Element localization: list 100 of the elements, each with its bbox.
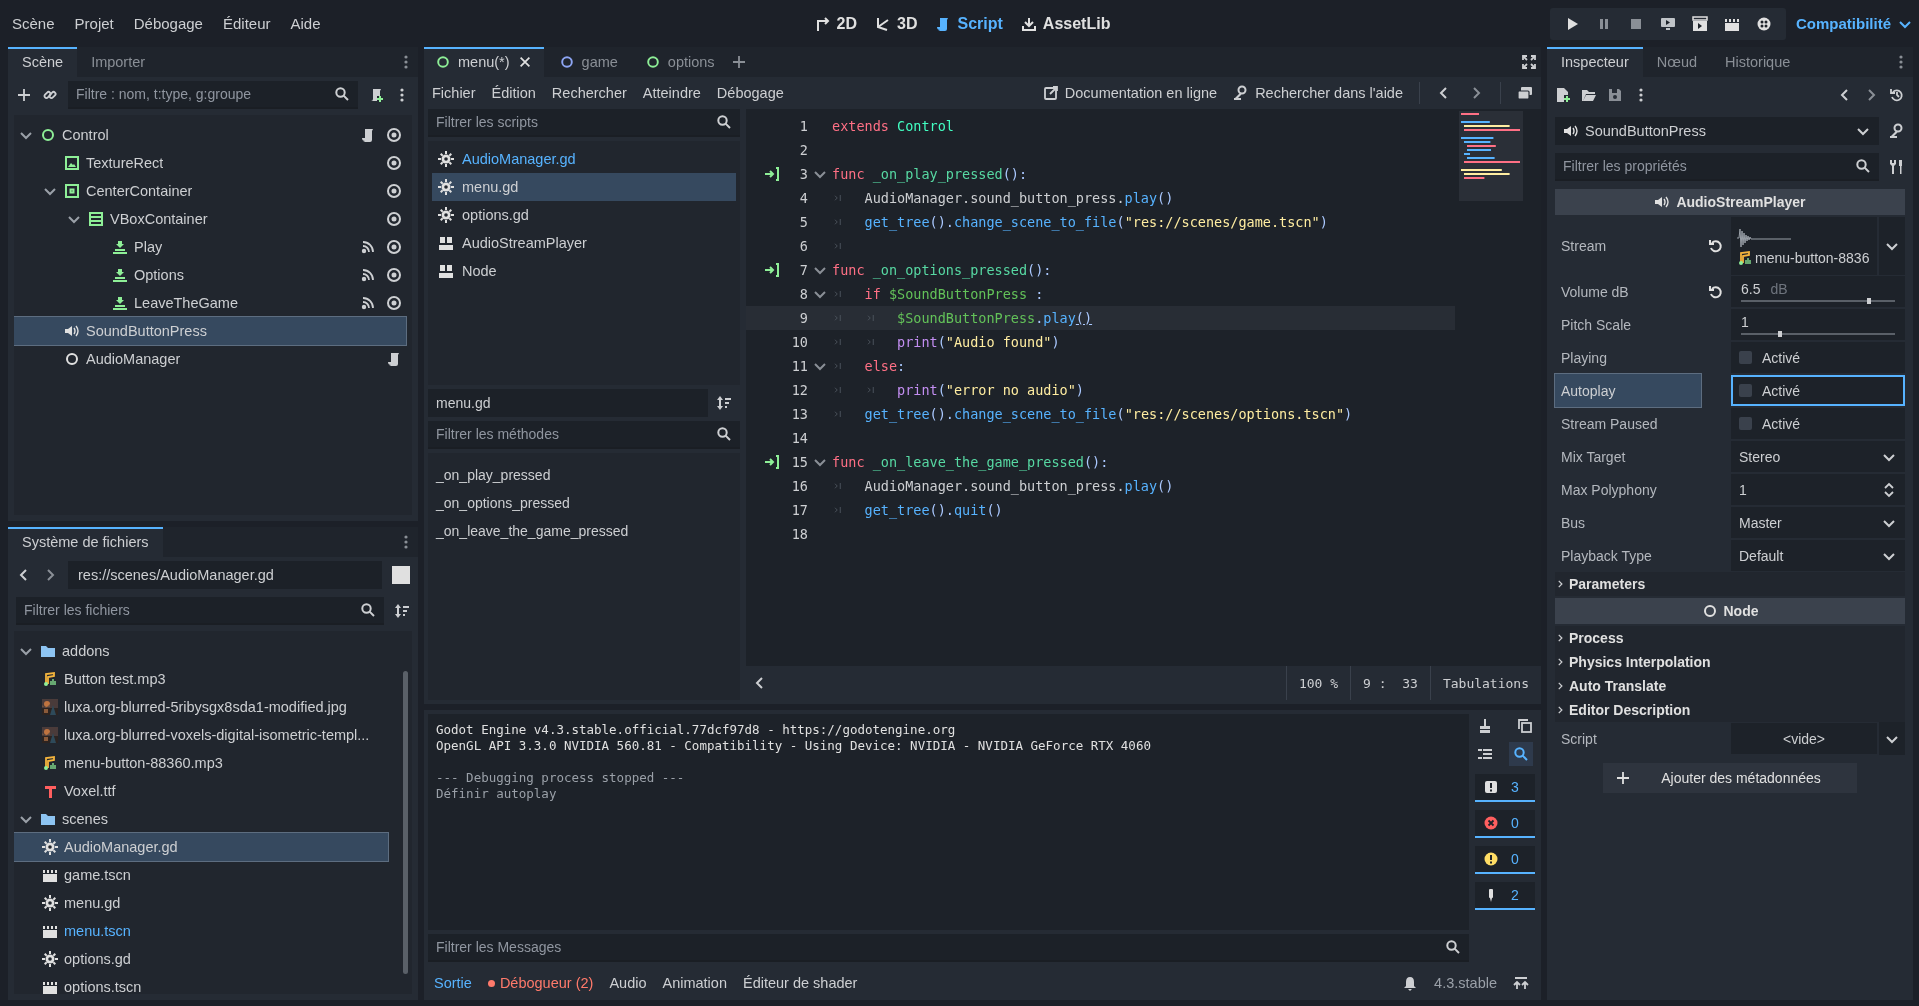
filter-box[interactable]: Filtrer les scripts	[428, 109, 740, 137]
menu-item[interactable]: Fichier	[432, 85, 476, 101]
file-row[interactable]: luxa.org-blurred-voxels-digital-isometric-templ...	[14, 721, 388, 749]
clapper-icon[interactable]	[1692, 15, 1708, 32]
file-row[interactable]: Voxel.ttf	[14, 777, 388, 805]
filter-field[interactable]: Filtrer les méthodes	[436, 421, 710, 447]
property-row[interactable]: Max Polyphony 1	[1555, 473, 1905, 506]
script-list-item[interactable]: AudioManager.gd	[432, 145, 736, 173]
signal-icon[interactable]	[360, 239, 376, 255]
sort-icon[interactable]	[716, 395, 732, 411]
signal-icon[interactable]	[360, 267, 376, 283]
property-row[interactable]: Playing Activé	[1555, 341, 1905, 374]
property-row[interactable]: Stream menu-button-8836	[1555, 217, 1905, 275]
tree-item-label[interactable]: AudioManager	[86, 351, 181, 367]
script-tab[interactable]: menu(*)	[424, 47, 544, 77]
tree-item-label[interactable]: Options	[134, 267, 184, 283]
filter-toggle[interactable]: 0	[1475, 810, 1535, 838]
tree-item-label[interactable]: LeaveTheGame	[134, 295, 238, 311]
tree-item-label[interactable]: Play	[134, 239, 163, 255]
scene-tree-row[interactable]: Control	[14, 121, 406, 149]
resource-picker[interactable]: menu-button-8836	[1731, 217, 1877, 275]
script-list-item[interactable]: options.gd	[432, 201, 736, 229]
method-item[interactable]: _on_options_pressed	[432, 489, 736, 517]
minimap-drawing[interactable]	[1459, 111, 1523, 201]
dock-tab[interactable]: Historique	[1711, 47, 1805, 77]
method-item[interactable]: _on_leave_the_game_pressed	[432, 517, 736, 545]
menu-item[interactable]: Atteindre	[642, 85, 701, 101]
script-list-item[interactable]: menu.gd	[432, 173, 736, 201]
property-row[interactable]: Script <vide>	[1555, 722, 1905, 755]
script-list-item[interactable]: AudioStreamPlayer	[432, 229, 736, 257]
sort-icon[interactable]	[394, 603, 410, 619]
filter-toggle[interactable]: 2	[1475, 882, 1535, 910]
connected-arrow-icon[interactable]	[764, 454, 780, 470]
file-row[interactable]: addons	[14, 637, 388, 665]
workspace-button[interactable]: Script	[935, 14, 1003, 33]
help-button[interactable]: Rechercher dans l'aide	[1233, 85, 1403, 101]
filter-toggle[interactable]: 3	[1475, 774, 1535, 802]
broom-icon[interactable]	[1477, 718, 1493, 734]
node-selector[interactable]: SoundButtonPress	[1555, 117, 1879, 145]
eye-icon[interactable]	[386, 183, 402, 199]
dock-tab[interactable]: Inspecteur	[1547, 47, 1643, 77]
script-icon[interactable]	[386, 351, 402, 367]
connected-arrow-icon[interactable]	[764, 262, 780, 278]
connected-arrow-icon[interactable]	[764, 166, 780, 182]
file-row[interactable]: Button test.mp3	[14, 665, 388, 693]
expand-icon[interactable]	[1513, 975, 1529, 991]
property-row[interactable]: Playback Type Default	[1555, 539, 1905, 572]
dock-tab[interactable]: Importer	[77, 47, 160, 77]
list-item-label[interactable]: AudioManager.gd	[462, 151, 576, 167]
add-metadata-button[interactable]: Ajouter des métadonnées	[1603, 763, 1857, 793]
filter-box[interactable]: Filtrer les fichiers	[16, 597, 384, 625]
file-label[interactable]: scenes	[62, 811, 108, 827]
folder-icon[interactable]	[1581, 87, 1597, 103]
history-icon[interactable]	[1889, 87, 1905, 103]
fullscreen-icon[interactable]	[1521, 54, 1537, 70]
eye-icon[interactable]	[386, 155, 402, 171]
filter-field[interactable]: Filtre : nom, t:type, g:groupe	[76, 81, 328, 107]
dock-tab[interactable]: Nœud	[1642, 47, 1711, 77]
view-toggle[interactable]	[392, 566, 410, 584]
indentation-mode[interactable]: Tabulations	[1429, 666, 1541, 700]
tree-item-label[interactable]: VBoxContainer	[110, 211, 208, 227]
property-label[interactable]: Playback Type	[1555, 539, 1701, 572]
menu-item[interactable]: Scène	[12, 15, 55, 32]
checkbox[interactable]: Activé	[1731, 375, 1905, 406]
renderer-dropdown[interactable]: Compatibilité	[1796, 15, 1913, 32]
dropdown[interactable]: Stereo	[1731, 441, 1905, 472]
file-label[interactable]: options.gd	[64, 951, 131, 967]
property-label[interactable]: Volume dB	[1555, 275, 1701, 308]
workspace-button[interactable]: 3D	[875, 14, 918, 33]
file-label[interactable]: AudioManager.gd	[64, 839, 178, 855]
file-row[interactable]: game.tscn	[14, 861, 388, 889]
file-row[interactable]: luxa.org-blurred-5ribysgx8sda1-modified.jpg	[14, 693, 388, 721]
dropdown[interactable]: Default	[1731, 540, 1905, 571]
workspace-button[interactable]: AssetLib	[1020, 14, 1111, 33]
bottom-tab[interactable]: Sortie	[434, 975, 472, 991]
scene-tree-row[interactable]: Options	[14, 261, 406, 289]
property-group[interactable]: Physics Interpolation	[1555, 650, 1905, 674]
file-label[interactable]: Voxel.ttf	[64, 783, 116, 799]
property-group[interactable]: Auto Translate	[1555, 674, 1905, 698]
property-group[interactable]: Editor Description	[1555, 698, 1905, 722]
resource-picker[interactable]: <vide>	[1731, 723, 1877, 754]
file-row[interactable]: scenes	[14, 805, 388, 833]
add-icon[interactable]	[730, 54, 747, 70]
scene-tree-row[interactable]: Play	[14, 233, 406, 261]
list-item-label[interactable]: options.gd	[462, 207, 529, 223]
property-label[interactable]: Stream Paused	[1555, 407, 1701, 440]
file-label[interactable]: menu.gd	[64, 895, 121, 911]
method-item[interactable]: _on_play_pressed	[432, 461, 736, 489]
slider-field[interactable]: 1	[1731, 309, 1905, 340]
property-row[interactable]: Volume dB 6.5 dB	[1555, 275, 1905, 308]
scrollbar[interactable]	[403, 671, 408, 974]
file-row[interactable]: menu.gd	[14, 889, 388, 917]
eye-icon[interactable]	[386, 267, 402, 283]
scene-tree-row[interactable]: SoundButtonPress	[14, 317, 406, 345]
file-label[interactable]: game.tscn	[64, 867, 131, 883]
filter-box[interactable]: Filtrer les méthodes	[428, 421, 740, 449]
filter-box[interactable]: Filtre : nom, t:type, g:groupe	[68, 81, 358, 109]
script-tab[interactable]: game	[547, 47, 630, 77]
file-row[interactable]: AudioManager.gd	[14, 833, 388, 861]
bottom-tab[interactable]: Animation	[662, 975, 727, 991]
